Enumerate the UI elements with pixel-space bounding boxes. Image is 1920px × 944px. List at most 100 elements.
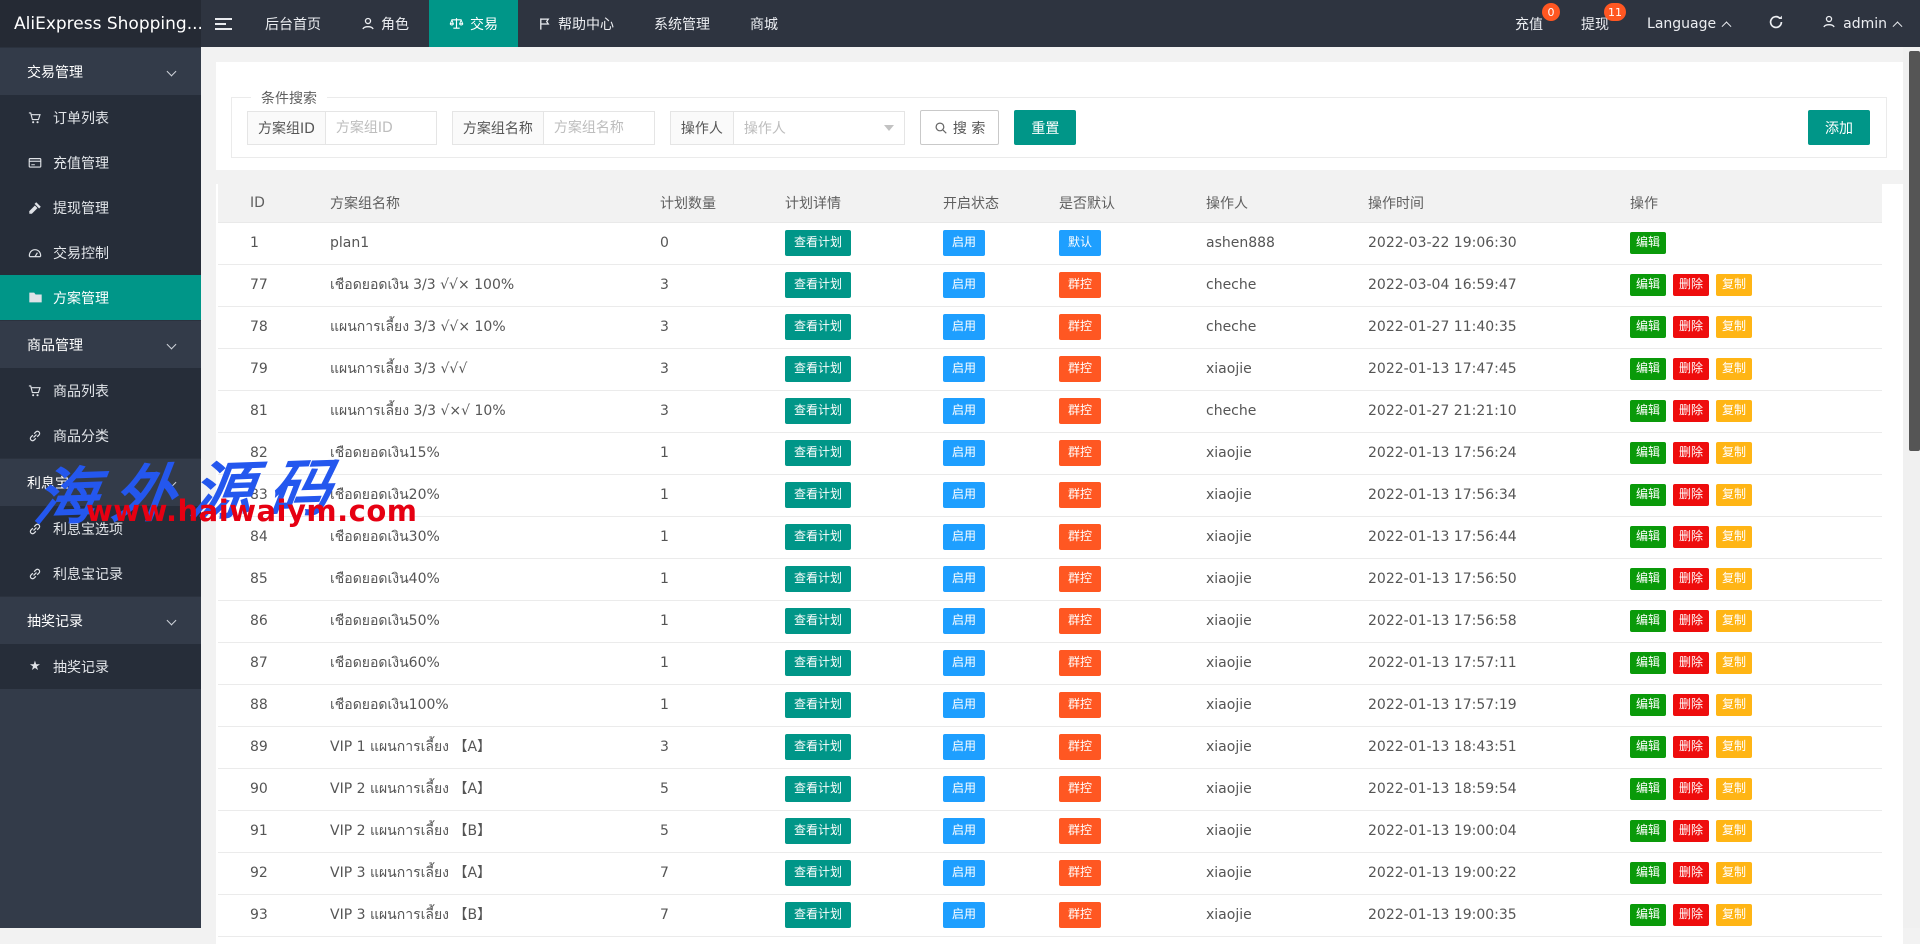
status-button[interactable]: 启用: [943, 776, 985, 802]
delete-button[interactable]: 删除: [1673, 778, 1709, 800]
delete-button[interactable]: 删除: [1673, 694, 1709, 716]
sidebar-item-订单列表[interactable]: 订单列表: [0, 95, 201, 140]
sidebar-item-提现管理[interactable]: 提现管理: [0, 185, 201, 230]
status-button[interactable]: 启用: [943, 734, 985, 760]
group-control-tag[interactable]: 群控: [1059, 734, 1101, 760]
edit-button[interactable]: 编辑: [1630, 694, 1666, 716]
view-plan-button[interactable]: 查看计划: [785, 230, 851, 256]
edit-button[interactable]: 编辑: [1630, 736, 1666, 758]
group-control-tag[interactable]: 群控: [1059, 356, 1101, 382]
edit-button[interactable]: 编辑: [1630, 568, 1666, 590]
edit-button[interactable]: 编辑: [1630, 610, 1666, 632]
copy-button[interactable]: 复制: [1716, 652, 1752, 674]
copy-button[interactable]: 复制: [1716, 820, 1752, 842]
delete-button[interactable]: 删除: [1673, 442, 1709, 464]
delete-button[interactable]: 删除: [1673, 358, 1709, 380]
group-control-tag[interactable]: 群控: [1059, 524, 1101, 550]
sidebar-item-交易控制[interactable]: 交易控制: [0, 230, 201, 275]
topbar-menu-item-交易[interactable]: 交易: [429, 0, 518, 47]
group-control-tag[interactable]: 群控: [1059, 692, 1101, 718]
edit-button[interactable]: 编辑: [1630, 862, 1666, 884]
delete-button[interactable]: 删除: [1673, 526, 1709, 548]
group-control-tag[interactable]: 群控: [1059, 650, 1101, 676]
copy-button[interactable]: 复制: [1716, 358, 1752, 380]
edit-button[interactable]: 编辑: [1630, 652, 1666, 674]
delete-button[interactable]: 删除: [1673, 484, 1709, 506]
sidebar-group-利息宝[interactable]: 利息宝: [0, 458, 201, 506]
sidebar-group-交易管理[interactable]: 交易管理: [0, 47, 201, 95]
copy-button[interactable]: 复制: [1716, 568, 1752, 590]
status-button[interactable]: 启用: [943, 440, 985, 466]
status-button[interactable]: 启用: [943, 524, 985, 550]
view-plan-button[interactable]: 查看计划: [785, 902, 851, 928]
copy-button[interactable]: 复制: [1716, 400, 1752, 422]
hamburger-menu-icon[interactable]: [201, 0, 245, 47]
group-control-tag[interactable]: 群控: [1059, 440, 1101, 466]
delete-button[interactable]: 删除: [1673, 904, 1709, 926]
delete-button[interactable]: 删除: [1673, 568, 1709, 590]
copy-button[interactable]: 复制: [1716, 316, 1752, 338]
copy-button[interactable]: 复制: [1716, 904, 1752, 926]
status-button[interactable]: 启用: [943, 482, 985, 508]
view-plan-button[interactable]: 查看计划: [785, 608, 851, 634]
scrollbar-track[interactable]: [1903, 47, 1920, 928]
search-input-方案组ID[interactable]: [325, 111, 437, 145]
view-plan-button[interactable]: 查看计划: [785, 482, 851, 508]
view-plan-button[interactable]: 查看计划: [785, 398, 851, 424]
withdraw-button[interactable]: 提现 11: [1562, 0, 1628, 47]
copy-button[interactable]: 复制: [1716, 274, 1752, 296]
sidebar-group-抽奖记录[interactable]: 抽奖记录: [0, 596, 201, 644]
copy-button[interactable]: 复制: [1716, 736, 1752, 758]
copy-button[interactable]: 复制: [1716, 862, 1752, 884]
edit-button[interactable]: 编辑: [1630, 484, 1666, 506]
scrollbar-thumb[interactable]: [1909, 51, 1920, 451]
sidebar-item-商品分类[interactable]: 商品分类: [0, 413, 201, 458]
group-control-tag[interactable]: 群控: [1059, 566, 1101, 592]
group-control-tag[interactable]: 群控: [1059, 902, 1101, 928]
sidebar-item-抽奖记录[interactable]: ★抽奖记录: [0, 644, 201, 689]
admin-menu[interactable]: admin: [1803, 0, 1920, 47]
default-tag[interactable]: 默认: [1059, 230, 1101, 256]
view-plan-button[interactable]: 查看计划: [785, 692, 851, 718]
topbar-menu-item-系统管理[interactable]: 系统管理: [634, 0, 730, 47]
view-plan-button[interactable]: 查看计划: [785, 272, 851, 298]
reset-button[interactable]: 重置: [1014, 110, 1076, 145]
topbar-menu-item-后台首页[interactable]: 后台首页: [245, 0, 341, 47]
sidebar-group-商品管理[interactable]: 商品管理: [0, 320, 201, 368]
sidebar-item-充值管理[interactable]: 充值管理: [0, 140, 201, 185]
sidebar-item-商品列表[interactable]: 商品列表: [0, 368, 201, 413]
group-control-tag[interactable]: 群控: [1059, 272, 1101, 298]
status-button[interactable]: 启用: [943, 818, 985, 844]
group-control-tag[interactable]: 群控: [1059, 398, 1101, 424]
status-button[interactable]: 启用: [943, 272, 985, 298]
delete-button[interactable]: 删除: [1673, 820, 1709, 842]
edit-button[interactable]: 编辑: [1630, 820, 1666, 842]
status-button[interactable]: 启用: [943, 230, 985, 256]
search-button[interactable]: 搜 索: [920, 110, 999, 145]
view-plan-button[interactable]: 查看计划: [785, 566, 851, 592]
topbar-menu-item-商城[interactable]: 商城: [730, 0, 798, 47]
copy-button[interactable]: 复制: [1716, 526, 1752, 548]
edit-button[interactable]: 编辑: [1630, 526, 1666, 548]
sidebar-item-利息宝选项[interactable]: 利息宝选项: [0, 506, 201, 551]
group-control-tag[interactable]: 群控: [1059, 776, 1101, 802]
edit-button[interactable]: 编辑: [1630, 778, 1666, 800]
copy-button[interactable]: 复制: [1716, 778, 1752, 800]
edit-button[interactable]: 编辑: [1630, 442, 1666, 464]
delete-button[interactable]: 删除: [1673, 610, 1709, 632]
delete-button[interactable]: 删除: [1673, 316, 1709, 338]
view-plan-button[interactable]: 查看计划: [785, 314, 851, 340]
edit-button[interactable]: 编辑: [1630, 274, 1666, 296]
status-button[interactable]: 启用: [943, 398, 985, 424]
group-control-tag[interactable]: 群控: [1059, 860, 1101, 886]
edit-button[interactable]: 编辑: [1630, 400, 1666, 422]
status-button[interactable]: 启用: [943, 692, 985, 718]
edit-button[interactable]: 编辑: [1630, 316, 1666, 338]
edit-button[interactable]: 编辑: [1630, 904, 1666, 926]
recharge-button[interactable]: 充值 0: [1496, 0, 1562, 47]
add-button[interactable]: 添加: [1808, 110, 1870, 145]
group-control-tag[interactable]: 群控: [1059, 314, 1101, 340]
edit-button[interactable]: 编辑: [1630, 358, 1666, 380]
view-plan-button[interactable]: 查看计划: [785, 524, 851, 550]
delete-button[interactable]: 删除: [1673, 736, 1709, 758]
